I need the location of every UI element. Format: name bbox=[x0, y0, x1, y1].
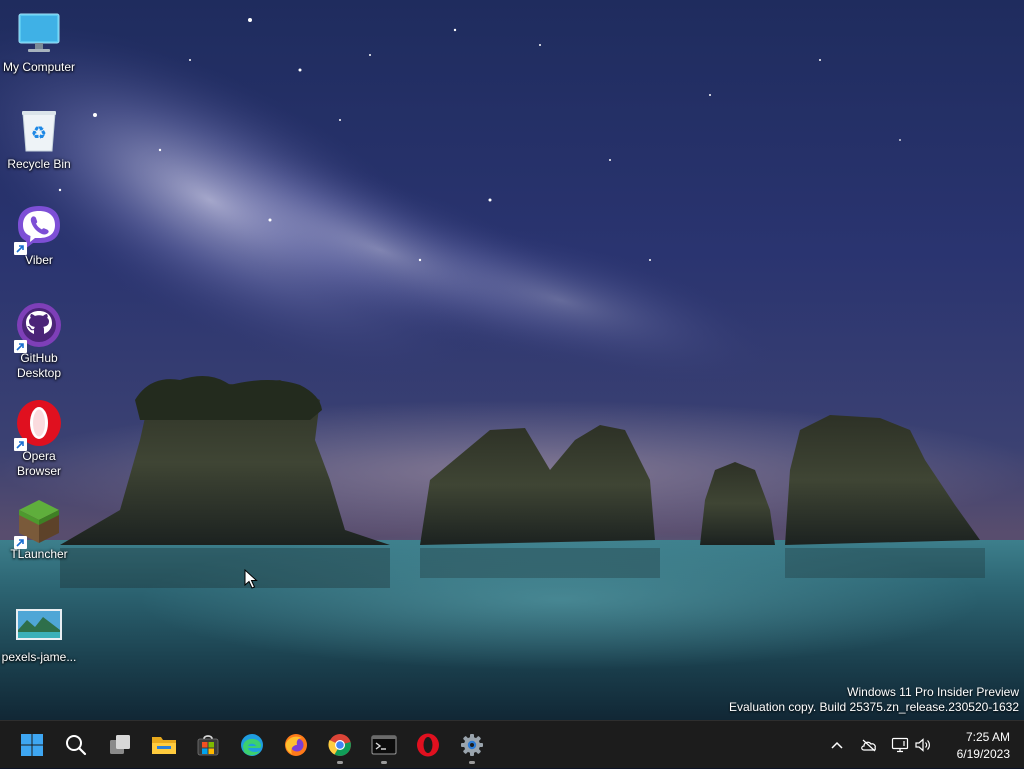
task-view-icon bbox=[110, 735, 130, 754]
shortcut-arrow-icon bbox=[14, 340, 27, 353]
taskbar-edge-button[interactable] bbox=[232, 725, 272, 765]
chevron-up-icon bbox=[831, 741, 843, 749]
shortcut-arrow-icon bbox=[14, 536, 27, 549]
clock-time: 7:25 AM bbox=[965, 730, 1010, 744]
taskbar-task-view-button[interactable] bbox=[100, 725, 140, 765]
settings-gear-icon bbox=[461, 734, 483, 756]
desktop-icon-label: Viber bbox=[25, 253, 53, 267]
minecraft-block-icon bbox=[14, 497, 63, 549]
tray-network-button[interactable] bbox=[889, 721, 911, 769]
taskbar-opera-button[interactable] bbox=[408, 725, 448, 765]
tray-onedrive-button[interactable] bbox=[858, 721, 880, 769]
desktop-icon-pexels-image[interactable]: pexels-jame... bbox=[0, 600, 78, 665]
desktop-wallpaper[interactable] bbox=[0, 0, 1024, 720]
desktop-icon-my-computer[interactable]: My Computer bbox=[0, 10, 78, 75]
windows-watermark: Windows 11 Pro Insider Preview Evaluatio… bbox=[729, 685, 1019, 715]
cloud-offline-icon bbox=[861, 739, 877, 752]
desktop-icon-viber[interactable]: Viber bbox=[0, 203, 78, 268]
store-icon bbox=[197, 735, 219, 756]
taskbar-terminal-button[interactable] bbox=[364, 725, 404, 765]
taskbar-firefox-button[interactable] bbox=[276, 725, 316, 765]
desktop-icon-github-desktop[interactable]: GitHub Desktop bbox=[0, 301, 78, 381]
running-indicator bbox=[337, 761, 343, 764]
taskbar: 7:25 AM 6/19/2023 bbox=[0, 720, 1024, 768]
opera-icon bbox=[417, 733, 439, 757]
shortcut-arrow-icon bbox=[14, 242, 27, 255]
viber-icon bbox=[14, 203, 63, 255]
image-file-icon bbox=[15, 600, 63, 648]
speaker-icon bbox=[915, 738, 930, 752]
desktop-icon-label: GitHub Desktop bbox=[16, 351, 62, 380]
clock-date: 6/19/2023 bbox=[956, 747, 1010, 761]
desktop-icon-label: Opera Browser bbox=[16, 449, 61, 478]
folder-icon bbox=[152, 737, 176, 754]
mouse-cursor-icon bbox=[244, 568, 258, 594]
firefox-icon bbox=[285, 734, 307, 756]
taskbar-file-explorer-button[interactable] bbox=[144, 725, 184, 765]
svg-text:♻: ♻ bbox=[31, 123, 47, 144]
desktop-icon-label: TLauncher bbox=[10, 547, 68, 561]
watermark-edition: Windows 11 Pro Insider Preview bbox=[847, 685, 1019, 699]
terminal-icon bbox=[371, 735, 397, 755]
desktop-icon-label: pexels-jame... bbox=[1, 650, 77, 664]
taskbar-store-button[interactable] bbox=[188, 725, 228, 765]
shortcut-arrow-icon bbox=[14, 438, 27, 451]
tray-volume-button[interactable] bbox=[912, 721, 934, 769]
running-indicator bbox=[381, 761, 387, 764]
github-icon bbox=[14, 301, 63, 353]
desktop-icon-recycle-bin[interactable]: ♻ Recycle Bin bbox=[0, 107, 78, 172]
taskbar-clock[interactable]: 7:25 AM 6/19/2023 bbox=[957, 729, 1010, 763]
search-icon bbox=[66, 735, 87, 756]
watermark-build: Evaluation copy. Build 25375.zn_release.… bbox=[729, 700, 1019, 714]
desktop-icon-label: My Computer bbox=[2, 60, 76, 74]
taskbar-settings-button[interactable] bbox=[452, 725, 492, 765]
desktop-icon-opera-browser[interactable]: Opera Browser bbox=[0, 399, 78, 479]
running-indicator bbox=[469, 761, 475, 764]
network-icon bbox=[891, 737, 909, 753]
tray-overflow-button[interactable] bbox=[826, 721, 848, 769]
desktop-icon-tlauncher[interactable]: TLauncher bbox=[0, 497, 78, 562]
taskbar-start-button[interactable] bbox=[12, 725, 52, 765]
desktop-icon-label: Recycle Bin bbox=[7, 157, 71, 171]
edge-icon bbox=[241, 734, 263, 756]
taskbar-search-button[interactable] bbox=[56, 725, 96, 765]
opera-icon bbox=[14, 399, 63, 451]
recycle-bin-icon: ♻ bbox=[15, 107, 63, 155]
chrome-icon bbox=[328, 734, 351, 756]
taskbar-chrome-button[interactable] bbox=[320, 725, 360, 765]
windows-start-icon bbox=[21, 734, 43, 756]
monitor-icon bbox=[15, 10, 63, 58]
